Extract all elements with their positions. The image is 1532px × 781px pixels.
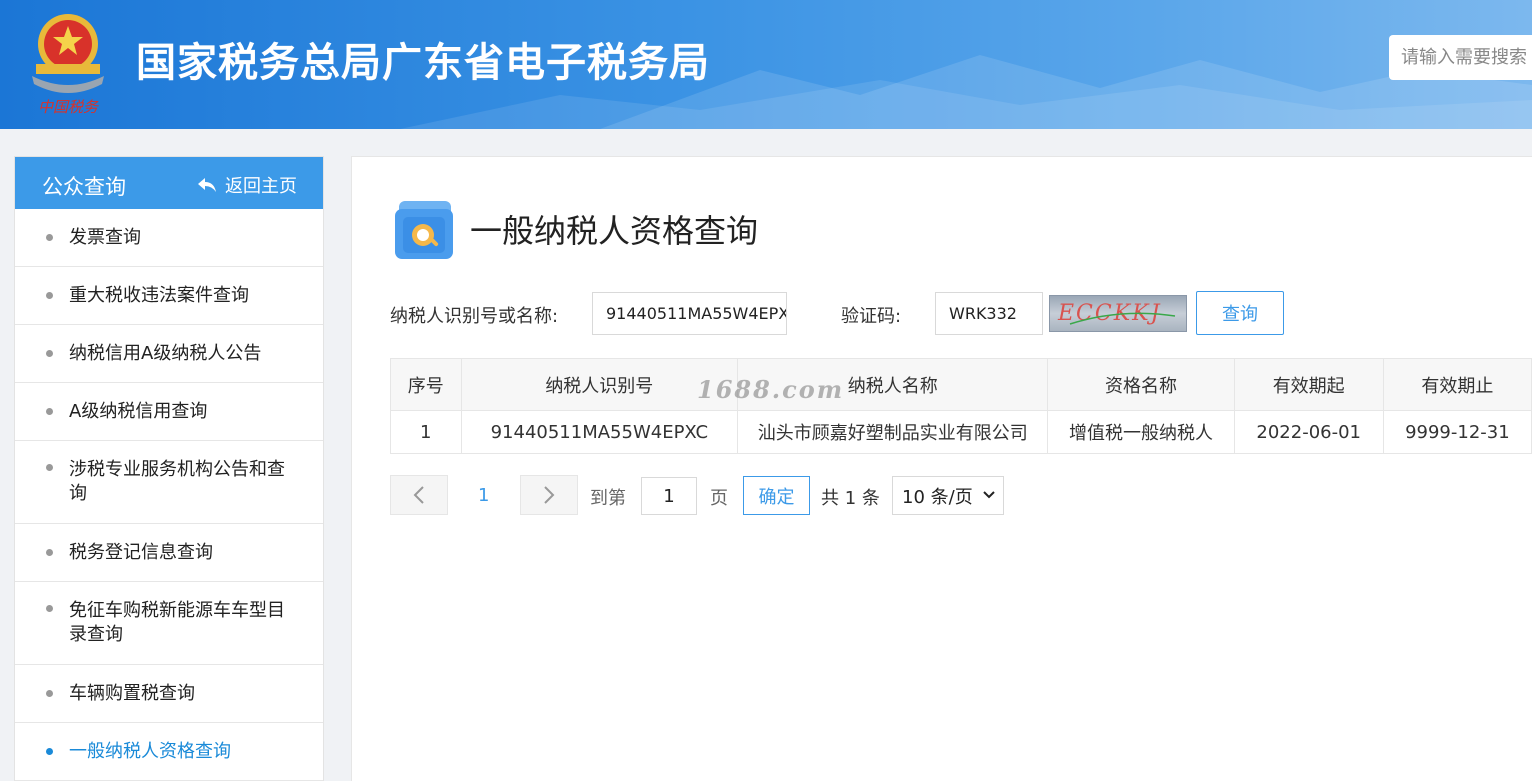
sidebar-item-label: 纳税信用A级纳税人公告 (69, 342, 262, 364)
cell-taxpayer-name: 汕头市顾嘉好塑制品实业有限公司 (737, 410, 1049, 454)
header-banner: 中国税务 国家税务总局广东省电子税务局 (0, 0, 1532, 129)
column-header-index: 序号 (390, 358, 462, 411)
cell-valid-from: 2022-06-01 (1233, 410, 1384, 454)
back-arrow-icon (198, 178, 216, 192)
sidebar-item-label: 一般纳税人资格查询 (69, 740, 231, 762)
bullet-icon (46, 464, 53, 471)
sidebar-item-tax-service-agencies[interactable]: 涉税专业服务机构公告和查询 (15, 441, 323, 524)
bullet-icon (46, 605, 53, 612)
bullet-icon (46, 350, 53, 357)
taxpayer-id-label: 纳税人识别号或名称: (390, 306, 559, 327)
captcha-label: 验证码: (841, 306, 902, 327)
sidebar-item-invoice-query[interactable]: 发票查询 (15, 209, 323, 267)
bullet-icon (46, 549, 53, 556)
sidebar-item-general-taxpayer-query[interactable]: 一般纳税人资格查询 (15, 723, 323, 781)
sidebar-item-label: 免征车购税新能源车车型目录查询 (69, 600, 285, 645)
back-home-link[interactable]: 返回主页 (197, 172, 297, 198)
sidebar-item-label: 涉税专业服务机构公告和查询 (69, 459, 285, 504)
bullet-icon (46, 292, 53, 299)
sidebar-item-label: 车辆购置税查询 (69, 682, 195, 704)
sidebar-header: 公众查询 返回主页 (15, 157, 323, 209)
result-table: 序号 纳税人识别号 纳税人名称 资格名称 有效期起 有效期止 1 9144051… (390, 358, 1532, 454)
chevron-right-icon (544, 486, 555, 504)
sidebar-item-a-grade-credit-query[interactable]: A级纳税信用查询 (15, 383, 323, 441)
captcha-input[interactable] (935, 292, 1043, 335)
site-search-input[interactable] (1389, 35, 1532, 80)
sidebar-item-label: 发票查询 (69, 226, 141, 248)
bullet-icon (46, 748, 53, 755)
goto-page-input[interactable] (641, 477, 697, 515)
next-page-button[interactable] (520, 475, 578, 515)
table-header-row: 序号 纳税人识别号 纳税人名称 资格名称 有效期起 有效期止 (390, 358, 1532, 411)
tax-emblem-logo: 中国税务 (22, 6, 114, 118)
bullet-icon (46, 690, 53, 697)
page-suffix-label: 页 (710, 488, 728, 509)
captcha-noise-line (1069, 312, 1176, 325)
query-folder-icon (393, 197, 457, 261)
emblem-text: 中国税务 (38, 98, 100, 116)
page-title: 一般纳税人资格查询 (470, 212, 759, 250)
chevron-left-icon (413, 486, 424, 504)
sidebar-item-label: 重大税收违法案件查询 (69, 284, 249, 306)
chevron-down-icon (983, 491, 995, 499)
query-button[interactable]: 查询 (1196, 291, 1284, 335)
site-title: 国家税务总局广东省电子税务局 (136, 40, 710, 86)
cell-qualification: 增值税一般纳税人 (1047, 410, 1235, 454)
total-count: 共 1 条 (821, 488, 880, 509)
back-home-label: 返回主页 (225, 176, 297, 197)
table-row: 1 91440511MA55W4EPXC 汕头市顾嘉好塑制品实业有限公司 增值税… (390, 410, 1532, 454)
sidebar-item-vehicle-purchase-tax[interactable]: 车辆购置税查询 (15, 665, 323, 723)
taxpayer-id-input[interactable] (592, 292, 787, 335)
cell-index: 1 (390, 410, 462, 454)
sidebar-item-label: A级纳税信用查询 (69, 400, 208, 422)
page-size-value: 10 条/页 (902, 486, 973, 508)
column-header-qualification: 资格名称 (1047, 358, 1235, 411)
captcha-image[interactable]: ECCKKJ (1049, 295, 1187, 332)
cell-valid-to: 9999-12-31 (1382, 410, 1532, 454)
current-page-number[interactable]: 1 (478, 485, 489, 506)
cell-taxpayer-id: 91440511MA55W4EPXC (460, 410, 739, 454)
sidebar: 公众查询 返回主页 发票查询 重大税收违法案件查询 纳税信用A级纳税人公告 A级… (14, 156, 324, 781)
prev-page-button[interactable] (390, 475, 448, 515)
goto-label: 到第 (590, 488, 626, 509)
sidebar-title: 公众查询 (42, 175, 126, 199)
column-header-valid-from: 有效期起 (1233, 358, 1384, 411)
goto-confirm-button[interactable]: 确定 (743, 476, 810, 515)
page-size-select[interactable]: 10 条/页 (892, 476, 1004, 515)
column-header-valid-to: 有效期止 (1382, 358, 1532, 411)
sidebar-item-a-grade-announcement[interactable]: 纳税信用A级纳税人公告 (15, 325, 323, 383)
sidebar-item-tax-registration-query[interactable]: 税务登记信息查询 (15, 524, 323, 582)
sidebar-item-new-energy-vehicle-catalog[interactable]: 免征车购税新能源车车型目录查询 (15, 582, 323, 665)
sidebar-item-major-violation-cases[interactable]: 重大税收违法案件查询 (15, 267, 323, 325)
sidebar-item-label: 税务登记信息查询 (69, 541, 213, 563)
bullet-icon (46, 408, 53, 415)
watermark: 1688.com (697, 375, 845, 404)
bullet-icon (46, 234, 53, 241)
